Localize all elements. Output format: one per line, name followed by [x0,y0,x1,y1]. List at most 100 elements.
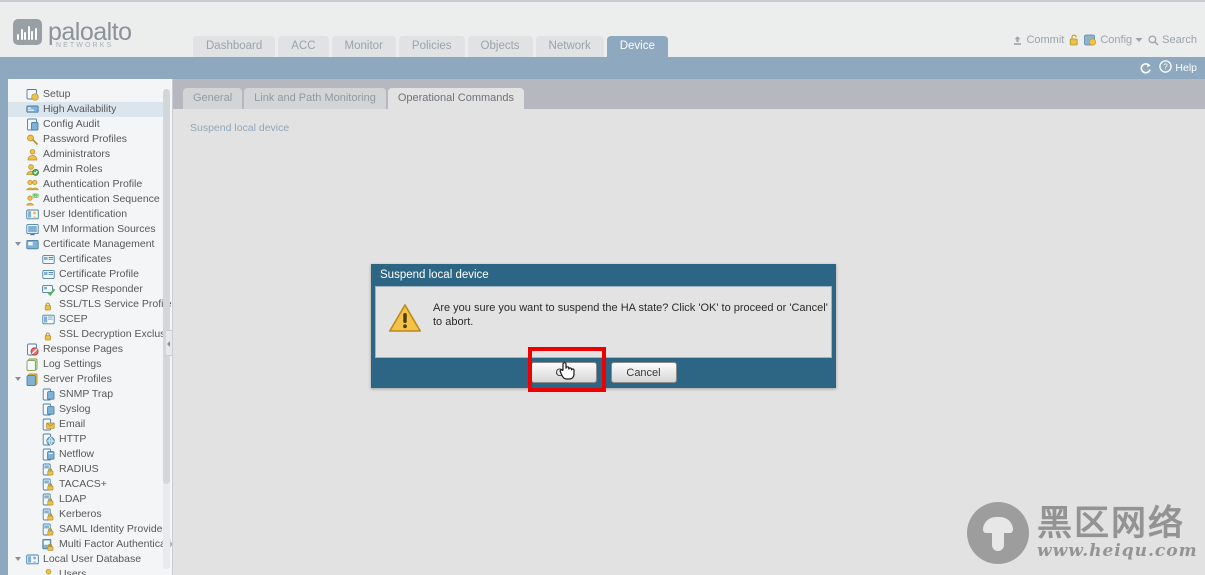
nav-tab-objects[interactable]: Objects [467,36,533,57]
sidebar-item-log-settings[interactable]: Log Settings [8,357,168,372]
admin-roles-icon [26,163,39,176]
password-icon [26,133,39,146]
sidebar-item-tacacs[interactable]: TACACS+ [8,477,168,492]
sidebar-item-snmp-trap[interactable]: SNMP Trap [8,387,168,402]
sidebar-item-high-availability[interactable]: High Availability [8,102,168,117]
sidebar-item-ssl-decryption-exclusion[interactable]: SSL Decryption Exclusion [8,327,172,342]
expander-open-icon[interactable] [15,242,21,249]
vm-info-icon [26,223,39,236]
nav-tab-dashboard[interactable]: Dashboard [193,36,276,57]
app-root: paloalto NETWORKS Dashboard ACC Monitor … [0,0,1205,575]
sidebar-item-netflow[interactable]: Netflow [8,447,168,462]
sidebar-item-response-pages[interactable]: Response Pages [8,342,168,357]
nav-tab-monitor[interactable]: Monitor [331,36,396,57]
sidebar-scrollbar-thumb[interactable] [163,89,170,484]
sidebar-item-label: Admin Roles [43,163,103,175]
sidebar-item-label: OCSP Responder [59,283,143,295]
sidebar-item-certificate-management[interactable]: Certificate Management [8,237,168,252]
server-profiles-icon [26,373,39,387]
netflow-icon [42,448,55,461]
sidebar-item-administrators[interactable]: Administrators [8,147,168,162]
sidebar-item-password-profiles[interactable]: Password Profiles [8,132,168,147]
syslog-icon [42,403,55,416]
config-icon [1084,34,1097,46]
sidebar-collapse-handle[interactable] [166,330,173,356]
log-settings-icon [26,358,39,372]
config-menu[interactable]: Config [1084,34,1143,46]
sidebar-item-label: SNMP Trap [59,388,114,400]
sidebar-item-user-identification[interactable]: User Identification [8,207,168,222]
sidebar-item-http[interactable]: HTTP [8,432,168,447]
commit-label: Commit [1026,34,1065,46]
sidebar-item-scep[interactable]: SCEP [8,312,168,327]
sidebar-item-ocsp-responder[interactable]: OCSP Responder [8,282,168,297]
sidebar-item-label: HTTP [59,433,87,445]
sidebar-item-authentication-sequence[interactable]: 123 Authentication Sequence [8,192,168,207]
sidebar: Setup High Availability Config Audit Passwo… [8,79,173,575]
ok-button[interactable]: OK [530,362,597,383]
sidebar-item-certificates[interactable]: Certificates [8,252,168,267]
sidebar-item-label: Certificate Management [43,238,155,250]
lock-icon[interactable] [1069,34,1079,46]
sidebar-item-certificate-profile[interactable]: Certificate Profile [8,267,168,282]
tab-link-and-path-monitoring[interactable]: Link and Path Monitoring [244,88,386,109]
sidebar-item-label: SSL/TLS Service Profile [59,298,172,310]
chevron-down-icon [1135,37,1143,43]
sidebar-item-setup[interactable]: Setup [8,87,168,102]
scep-icon [42,313,55,326]
sidebar-item-label: SCEP [59,313,88,325]
sidebar-item-multi-factor-authentication[interactable]: Multi Factor Authentication [8,537,172,552]
sidebar-item-label: SSL Decryption Exclusion [59,328,173,340]
sidebar-item-local-user-database[interactable]: Local User Database [8,552,168,567]
snmp-icon [42,388,55,401]
mfa-icon [42,538,55,551]
nav-tab-network[interactable]: Network [535,36,604,57]
sidebar-item-server-profiles[interactable]: Server Profiles [8,372,168,387]
search-button[interactable]: Search [1148,34,1197,46]
sidebar-item-email[interactable]: Email [8,417,168,432]
sidebar-item-ldap[interactable]: LDAP [8,492,168,507]
suspend-local-device-link[interactable]: Suspend local device [190,122,289,134]
sidebar-item-label: SAML Identity Provider [59,523,166,535]
sidebar-item-label: Email [59,418,86,430]
brand-subtitle: NETWORKS [56,42,114,49]
sidebar-item-users[interactable]: Users [8,567,168,575]
sidebar-item-config-audit[interactable]: Config Audit [8,117,168,132]
commit-button[interactable]: Commit [1012,34,1064,46]
http-icon [42,433,55,446]
nav-tab-acc[interactable]: ACC [278,36,329,57]
response-pages-icon [26,343,39,356]
sidebar-item-authentication-profile[interactable]: Authentication Profile [8,177,168,192]
sidebar-item-label: Certificates [59,253,112,265]
sidebar-item-vm-information-sources[interactable]: VM Information Sources [8,222,168,237]
search-icon [1148,34,1159,46]
help-button[interactable]: ? Help [1159,60,1197,76]
cancel-button[interactable]: Cancel [610,362,677,383]
nav-tab-policies[interactable]: Policies [398,36,465,57]
suspend-local-device-dialog: Suspend local device Are you sure you wa… [371,264,836,388]
sidebar-item-label: Authentication Sequence [43,193,160,205]
sidebar-scrollbar-track[interactable] [163,89,170,569]
commit-icon [1012,35,1023,46]
sidebar-item-label: Kerberos [59,508,102,520]
sidebar-item-label: High Availability [43,103,117,115]
sidebar-item-admin-roles[interactable]: Admin Roles [8,162,168,177]
sidebar-item-radius[interactable]: RADIUS [8,462,168,477]
sidebar-item-ssl-tls-service-profile[interactable]: SSL/TLS Service Profile [8,297,172,312]
tab-operational-commands[interactable]: Operational Commands [387,88,524,109]
sidebar-item-kerberos[interactable]: Kerberos [8,507,168,522]
user-icon [42,568,55,575]
kerberos-icon [42,508,55,521]
watermark: 黑区网络 www.heiqu.com [963,499,1205,567]
left-accent-strip [0,79,8,575]
dialog-title: Suspend local device [380,269,489,281]
tab-general[interactable]: General [183,88,243,109]
nav-tab-device[interactable]: Device [606,36,668,57]
sidebar-item-syslog[interactable]: Syslog [8,402,168,417]
expander-open-icon[interactable] [15,377,21,384]
sidebar-item-saml-identity-provider[interactable]: SAML Identity Provider [8,522,168,537]
expander-open-icon[interactable] [15,557,21,564]
sidebar-item-label: Certificate Profile [59,268,139,280]
refresh-icon[interactable] [1139,62,1152,75]
sidebar-item-label: Local User Database [43,553,142,565]
